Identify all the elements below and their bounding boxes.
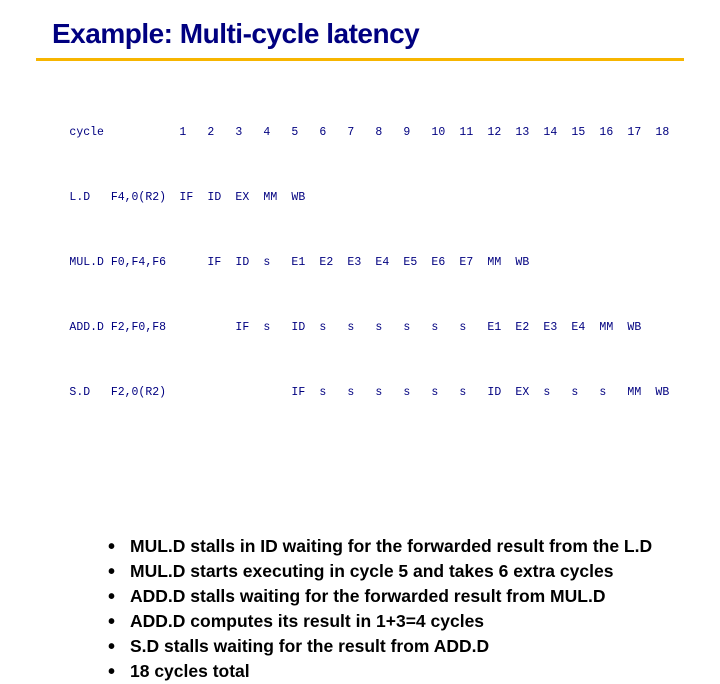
- stage-cell: E1: [291, 256, 319, 269]
- cycle-col: 12: [487, 126, 515, 139]
- stage-cell: s: [347, 321, 375, 334]
- cycle-col: 4: [263, 126, 291, 139]
- stage-cell: ID: [235, 256, 263, 269]
- slide: Example: Multi-cycle latency cycle123456…: [0, 0, 720, 540]
- pipeline-table: cycle123456789101112131415161718 L.D F4,…: [28, 87, 720, 438]
- title-underline: [36, 58, 684, 61]
- page-title: Example: Multi-cycle latency: [52, 18, 684, 50]
- stage-cell: ID: [291, 321, 319, 334]
- stage-cell: MM: [599, 321, 627, 334]
- stage-cell: s: [263, 256, 291, 269]
- stage-cell: s: [431, 386, 459, 399]
- stage-cell: EX: [515, 386, 543, 399]
- instr-label: ADD.D F2,F0,F8: [69, 321, 179, 334]
- title-wrap: Example: Multi-cycle latency: [0, 18, 720, 52]
- stage-cell: s: [403, 386, 431, 399]
- stage-cell: IF: [179, 191, 207, 204]
- stage-cell: WB: [291, 191, 319, 204]
- bullet-item: MUL.D starts executing in cycle 5 and ta…: [108, 561, 660, 582]
- stage-cell: s: [375, 321, 403, 334]
- stage-cell: E2: [515, 321, 543, 334]
- pipeline-row-sd: S.D F2,0(R2)IFssssssIDEXsssMMWB: [28, 373, 720, 412]
- bullet-item: ADD.D stalls waiting for the forwarded r…: [108, 586, 660, 607]
- stage-cell: E4: [375, 256, 403, 269]
- bullet-item: MUL.D stalls in ID waiting for the forwa…: [108, 536, 660, 557]
- instr-label: S.D F2,0(R2): [69, 386, 179, 399]
- stage-cell: E4: [571, 321, 599, 334]
- stage-cell: s: [431, 321, 459, 334]
- stage-cell: s: [459, 386, 487, 399]
- bullet-list: MUL.D stalls in ID waiting for the forwa…: [68, 536, 660, 682]
- stage-cell: E3: [347, 256, 375, 269]
- stage-cell: EX: [235, 191, 263, 204]
- stage-cell: s: [403, 321, 431, 334]
- stage-cell: E5: [403, 256, 431, 269]
- cycle-col: 7: [347, 126, 375, 139]
- stage-cell: s: [347, 386, 375, 399]
- stage-cell: s: [375, 386, 403, 399]
- cycle-col: 2: [207, 126, 235, 139]
- bullet-item: ADD.D computes its result in 1+3=4 cycle…: [108, 611, 660, 632]
- cycle-col: 11: [459, 126, 487, 139]
- stage-cell: s: [319, 386, 347, 399]
- cycle-col: 8: [375, 126, 403, 139]
- stage-cell: IF: [207, 256, 235, 269]
- stage-cell: WB: [627, 321, 655, 334]
- pipeline-header-row: cycle123456789101112131415161718: [28, 113, 720, 152]
- cycle-col: 14: [543, 126, 571, 139]
- stage-cell: s: [459, 321, 487, 334]
- stage-cell: s: [543, 386, 571, 399]
- stage-cell: s: [319, 321, 347, 334]
- cycle-col: 10: [431, 126, 459, 139]
- cycle-col: 15: [571, 126, 599, 139]
- cycle-col: 9: [403, 126, 431, 139]
- pipeline-row-addd: ADD.D F2,F0,F8IFsIDssssssE1E2E3E4MMWB: [28, 308, 720, 347]
- cycle-col: 17: [627, 126, 655, 139]
- stage-cell: WB: [515, 256, 543, 269]
- cycle-col: 13: [515, 126, 543, 139]
- stage-cell: s: [571, 386, 599, 399]
- cycle-col: 6: [319, 126, 347, 139]
- pipeline-header-label: cycle: [69, 126, 179, 139]
- stage-cell: IF: [291, 386, 319, 399]
- stage-cell: MM: [627, 386, 655, 399]
- stage-cell: MM: [487, 256, 515, 269]
- stage-cell: MM: [263, 191, 291, 204]
- stage-cell: WB: [655, 386, 683, 399]
- stage-cell: E7: [459, 256, 487, 269]
- stage-cell: s: [263, 321, 291, 334]
- bullet-item: S.D stalls waiting for the result from A…: [108, 636, 660, 657]
- stage-cell: E2: [319, 256, 347, 269]
- stage-cell: E6: [431, 256, 459, 269]
- stage-cell: E1: [487, 321, 515, 334]
- pipeline-row-muld: MUL.D F0,F4,F6 IFIDsE1E2E3E4E5E6E7MMWB: [28, 243, 720, 282]
- cycle-col: 16: [599, 126, 627, 139]
- stage-cell: ID: [207, 191, 235, 204]
- cycle-col: 5: [291, 126, 319, 139]
- cycle-col: 1: [179, 126, 207, 139]
- cycle-col: 18: [655, 126, 683, 139]
- bullet-item: 18 cycles total: [108, 661, 660, 682]
- pipeline-row-ld: L.D F4,0(R2)IFIDEXMMWB: [28, 178, 720, 217]
- stage-cell: IF: [235, 321, 263, 334]
- stage-cell: E3: [543, 321, 571, 334]
- instr-label: MUL.D F0,F4,F6: [69, 256, 179, 269]
- cycle-col: 3: [235, 126, 263, 139]
- stage-cell: s: [599, 386, 627, 399]
- instr-label: L.D F4,0(R2): [69, 191, 179, 204]
- stage-cell: ID: [487, 386, 515, 399]
